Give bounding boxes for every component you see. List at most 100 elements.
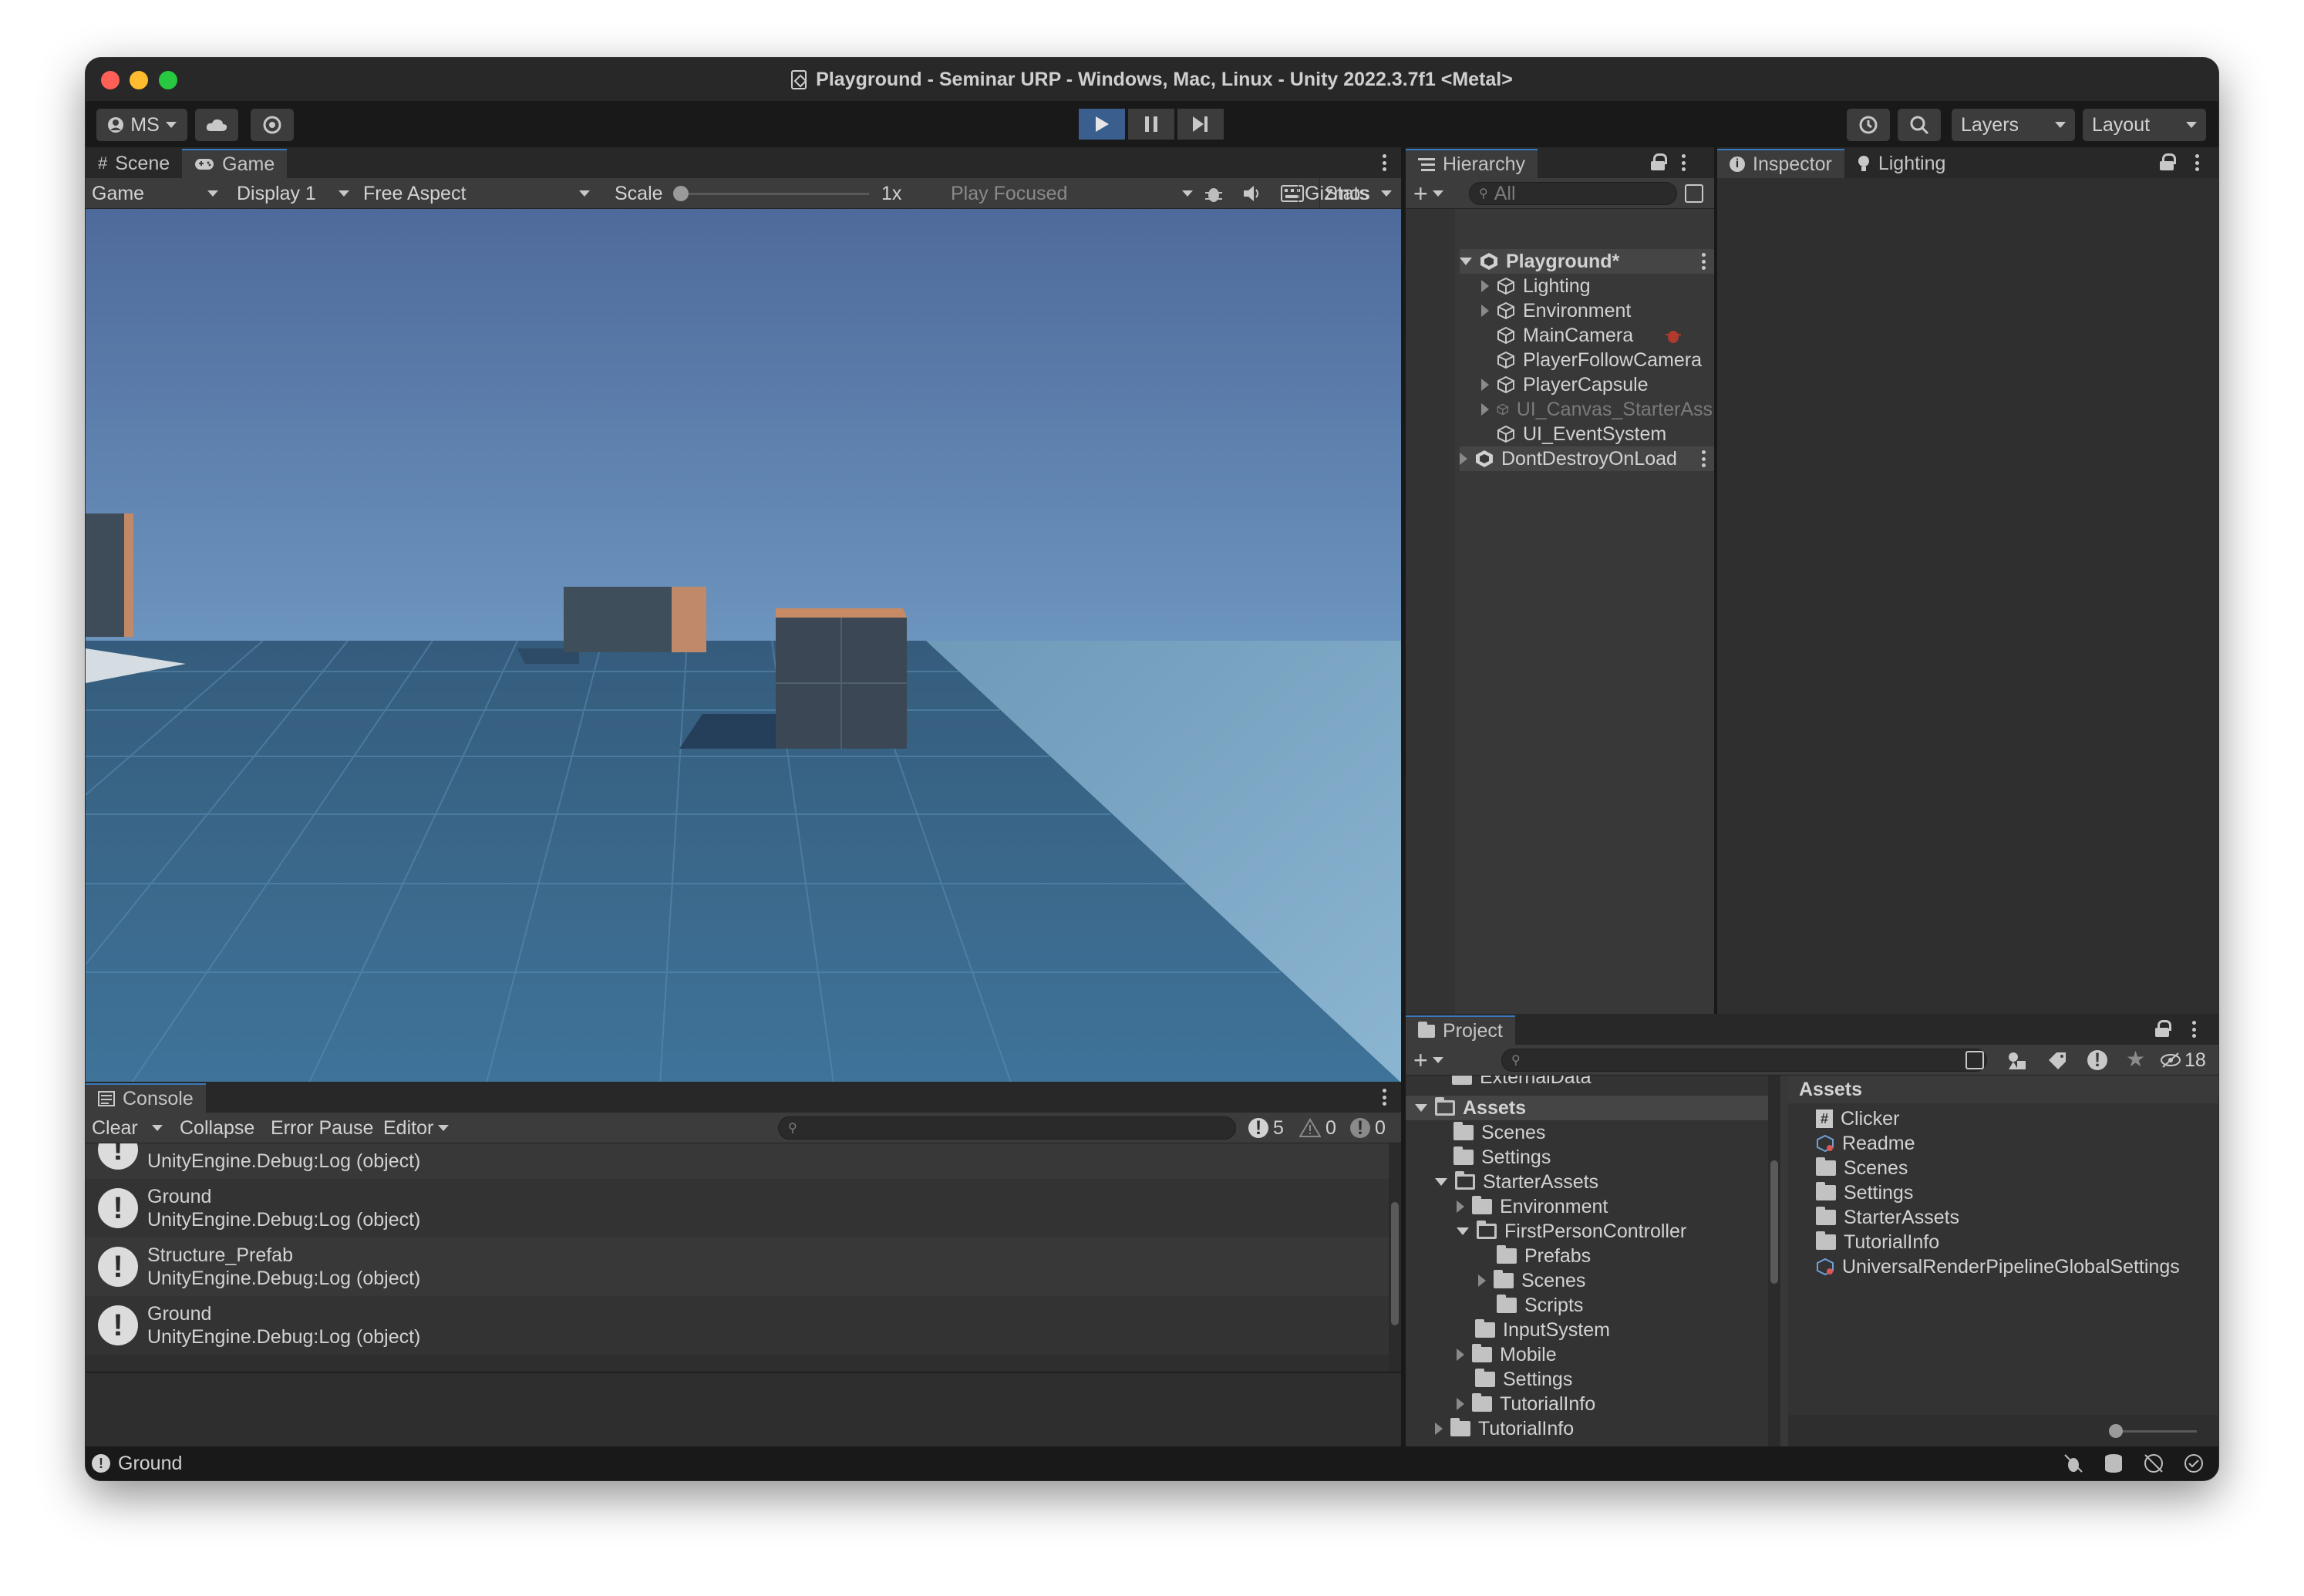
lock-icon[interactable] <box>2155 1020 2171 1037</box>
asset-item-scenes[interactable]: Scenes <box>1816 1156 1908 1180</box>
hierarchy-item-environment[interactable]: Environment <box>1481 298 1631 323</box>
tree-item-tutorialinfo[interactable]: TutorialInfo <box>1457 1392 1595 1416</box>
tab-project[interactable]: Project <box>1406 1015 1515 1045</box>
tree-item-environment[interactable]: Environment <box>1457 1194 1608 1219</box>
mute-debug-button[interactable] <box>1204 178 1224 209</box>
asset-item-clicker[interactable]: # Clicker <box>1816 1106 1899 1131</box>
tree-item-mobile[interactable]: Mobile <box>1457 1342 1557 1367</box>
minimize-window-button[interactable] <box>130 71 148 89</box>
lock-icon[interactable] <box>2160 153 2176 170</box>
tree-item-starterassets[interactable]: StarterAssets <box>1435 1170 1598 1194</box>
collapse-toggle[interactable]: Collapse <box>180 1113 254 1143</box>
asset-item-starterassets[interactable]: StarterAssets <box>1816 1205 1959 1230</box>
tab-hierarchy[interactable]: Hierarchy <box>1406 149 1538 178</box>
search-scope-button[interactable] <box>1965 1051 1984 1069</box>
hierarchy-item-ui-eventsystem[interactable]: UI_EventSystem <box>1497 422 1666 446</box>
clear-button[interactable]: Clear <box>92 1113 163 1143</box>
tree-item-fpc-scenes[interactable]: Scenes <box>1478 1268 1585 1293</box>
panel-menu-icon[interactable] <box>1676 152 1691 173</box>
lock-icon[interactable] <box>1651 153 1667 170</box>
step-button[interactable] <box>1177 109 1224 140</box>
error-count-toggle[interactable]: ! 0 <box>1350 1113 1386 1143</box>
panel-menu-icon[interactable] <box>2186 1019 2201 1040</box>
hierarchy-item-playercapsule[interactable]: PlayerCapsule <box>1481 372 1649 397</box>
tree-item-tutorialinfo-root[interactable]: TutorialInfo <box>1435 1416 1574 1441</box>
asset-item-urp-global-settings[interactable]: UniversalRenderPipelineGlobalSettings <box>1816 1254 2180 1279</box>
create-dropdown[interactable]: + <box>1413 181 1443 206</box>
console-detail-divider[interactable] <box>86 1372 1401 1373</box>
view-type-dropdown[interactable]: Game <box>92 178 223 209</box>
tab-scene[interactable]: # Scene <box>86 149 182 178</box>
hierarchy-search-input[interactable]: ⚲ All <box>1469 182 1677 205</box>
tag-icon[interactable] <box>2047 1051 2067 1071</box>
tree-item-assets[interactable]: Assets <box>1406 1096 1768 1120</box>
panel-menu-icon[interactable] <box>1376 152 1392 173</box>
play-focus-dropdown[interactable]: Play Focused <box>951 178 1197 209</box>
create-asset-dropdown[interactable]: + <box>1413 1048 1443 1072</box>
tab-game[interactable]: Game <box>182 149 288 178</box>
log-filter-icon[interactable]: ! <box>2087 1049 2107 1071</box>
gizmos-dropdown[interactable]: Gizmos <box>1298 178 1392 209</box>
search-button[interactable] <box>1898 109 1941 141</box>
account-dropdown[interactable]: MS <box>96 109 187 141</box>
check-circle-icon[interactable] <box>2183 1453 2205 1474</box>
tab-console[interactable]: Console <box>86 1083 206 1113</box>
log-entry[interactable]: ! Ground UnityEngine.Debug:Log (object) <box>86 1179 1389 1237</box>
log-entry[interactable]: ! Structure_Prefab UnityEngine.Debug:Log … <box>86 1237 1389 1296</box>
debug-off-icon[interactable] <box>2063 1453 2084 1474</box>
panel-menu-icon[interactable] <box>1376 1086 1392 1108</box>
status-message[interactable]: Ground <box>118 1453 182 1475</box>
cloud-button[interactable] <box>195 109 238 141</box>
log-entry[interactable]: ! Ground UnityEngine.Debug:Log (object) <box>86 1296 1389 1355</box>
tree-item-sa-settings[interactable]: Settings <box>1475 1367 1572 1392</box>
hierarchy-item-lighting[interactable]: Lighting <box>1481 274 1591 298</box>
tree-item-externaldata[interactable]: ExternalData <box>1452 1076 1592 1089</box>
tree-item-firstpersoncontroller[interactable]: FirstPersonController <box>1457 1219 1686 1244</box>
scale-slider-track[interactable] <box>676 193 869 195</box>
tree-item-inputsystem[interactable]: InputSystem <box>1475 1318 1610 1342</box>
hierarchy-dontdestroy-row[interactable]: DontDestroyOnLoad <box>1460 446 1714 471</box>
tab-lighting[interactable]: Lighting <box>1844 149 1959 178</box>
layers-dropdown[interactable]: Layers <box>1952 109 2075 141</box>
asset-item-tutorialinfo[interactable]: TutorialInfo <box>1816 1230 1939 1254</box>
error-pause-toggle[interactable]: Error Pause <box>271 1113 373 1143</box>
tree-item-settings[interactable]: Settings <box>1453 1145 1551 1170</box>
zoom-window-button[interactable] <box>159 71 177 89</box>
asset-breadcrumb[interactable]: Assets <box>1788 1076 2218 1103</box>
layout-dropdown[interactable]: Layout <box>2083 109 2206 141</box>
scene-menu-icon[interactable] <box>1696 448 1711 470</box>
tree-item-scenes[interactable]: Scenes <box>1453 1120 1545 1145</box>
panel-menu-icon[interactable] <box>2189 152 2205 173</box>
tree-item-scripts[interactable]: Scripts <box>1497 1293 1583 1318</box>
star-icon[interactable]: ★ <box>2126 1046 2145 1072</box>
display-dropdown[interactable]: Display 1 <box>237 178 354 209</box>
asset-item-settings[interactable]: Settings <box>1816 1180 1913 1205</box>
editor-dropdown[interactable]: Editor <box>383 1113 450 1143</box>
asset-item-readme[interactable]: Readme <box>1816 1131 1915 1156</box>
console-scrollbar-thumb[interactable] <box>1391 1202 1399 1325</box>
hierarchy-item-maincamera[interactable]: MainCamera <box>1497 323 1683 348</box>
log-count-toggle[interactable]: ! 5 <box>1248 1113 1284 1143</box>
console-scrollbar[interactable] <box>1389 1143 1401 1372</box>
scene-visibility-button[interactable] <box>1685 184 1703 203</box>
hierarchy-item-playerfollowcamera[interactable]: PlayerFollowCamera <box>1497 348 1702 372</box>
icon-size-slider-handle[interactable] <box>2109 1424 2123 1438</box>
game-view[interactable] <box>86 209 1401 1083</box>
log-entry-partial[interactable]: ! UnityEngine.Debug:Log (object) <box>86 1143 1389 1179</box>
pause-button[interactable] <box>1128 109 1174 140</box>
hierarchy-scene-row[interactable]: Playground* <box>1460 249 1714 274</box>
cache-server-icon[interactable] <box>2103 1453 2124 1474</box>
scene-menu-icon[interactable] <box>1696 251 1711 272</box>
project-search-input[interactable]: ⚲ <box>1501 1049 1987 1072</box>
project-tree-scrollbar-thumb[interactable] <box>1770 1160 1778 1284</box>
hierarchy-item-ui-canvas[interactable]: UI_Canvas_StarterAss <box>1481 397 1713 422</box>
mute-audio-button[interactable] <box>1242 178 1262 209</box>
collab-button[interactable] <box>251 109 294 141</box>
icon-size-slider-track[interactable] <box>2112 1430 2197 1433</box>
hidden-packages-toggle[interactable]: 18 <box>2160 1045 2206 1076</box>
close-window-button[interactable] <box>101 71 120 89</box>
undo-history-button[interactable] <box>1847 109 1890 141</box>
warning-count-toggle[interactable]: 0 <box>1299 1113 1336 1143</box>
play-button[interactable] <box>1079 109 1125 140</box>
tree-item-prefabs[interactable]: Prefabs <box>1497 1244 1591 1268</box>
